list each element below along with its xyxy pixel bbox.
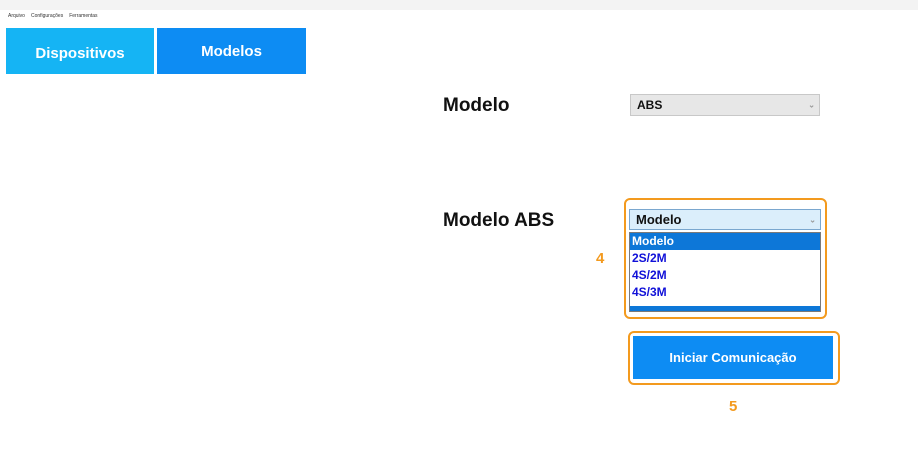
menu-item-configuracoes[interactable]: Configurações [31, 13, 63, 19]
tab-modelos[interactable]: Modelos [157, 28, 306, 74]
start-communication-label: Iniciar Comunicação [669, 350, 797, 365]
modelo-abs-options-list: Modelo 2S/2M 4S/2M 4S/3M [629, 232, 821, 312]
start-communication-button[interactable]: Iniciar Comunicação [633, 336, 833, 379]
window-top-band [0, 0, 918, 10]
modelo-select-value: ABS [637, 98, 663, 112]
option-modelo[interactable]: Modelo [630, 233, 820, 250]
option-4s-3m[interactable]: 4S/3M [630, 284, 820, 301]
modelo-label: Modelo [443, 95, 510, 116]
option-4s-2m[interactable]: 4S/2M [630, 267, 820, 284]
modelo-abs-label: Modelo ABS [443, 210, 555, 231]
chevron-down-icon: ⌄ [809, 215, 816, 224]
tab-dispositivos[interactable]: Dispositivos [6, 28, 154, 74]
menu-item-arquivo[interactable]: Arquivo [8, 13, 25, 19]
option-2s-2m[interactable]: 2S/2M [630, 250, 820, 267]
tab-modelos-label: Modelos [201, 43, 262, 60]
list-bottom-bar [630, 306, 820, 311]
menu-item-ferramentas[interactable]: Ferramentas [69, 13, 97, 19]
modelo-abs-select-value: Modelo [636, 212, 682, 227]
step-number-4: 4 [596, 250, 605, 267]
chevron-down-icon: ⌄ [808, 100, 815, 110]
modelo-abs-select[interactable]: Modelo ⌄ [629, 209, 821, 230]
tab-dispositivos-label: Dispositivos [35, 44, 125, 62]
modelo-select[interactable]: ABS ⌄ [630, 94, 820, 116]
step-number-5: 5 [729, 398, 738, 415]
menubar: Arquivo Configurações Ferramentas [8, 13, 98, 19]
